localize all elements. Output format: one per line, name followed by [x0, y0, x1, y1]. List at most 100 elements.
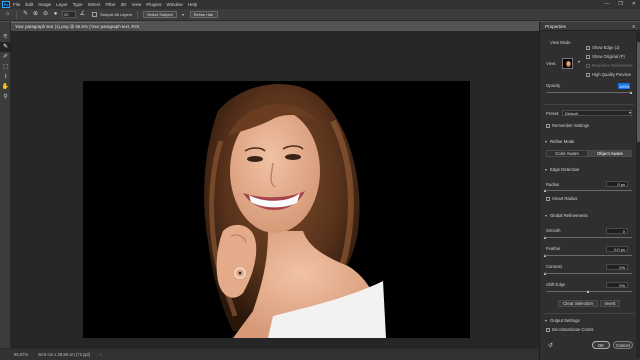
select-subject-button[interactable]: Select Subject: [143, 11, 177, 18]
ok-button[interactable]: OK: [592, 341, 610, 349]
menu-3d[interactable]: 3D: [121, 2, 127, 7]
radius-slider-knob[interactable]: [544, 189, 547, 192]
menu-plugins[interactable]: Plugins: [146, 2, 161, 7]
feather-value[interactable]: 0.0 px: [606, 246, 628, 252]
object-aware-button[interactable]: Object Aware: [588, 150, 632, 157]
smooth-value[interactable]: 0: [606, 228, 628, 234]
show-original-option[interactable]: Show Original (P): [586, 54, 625, 59]
close-icon[interactable]: ✕: [632, 1, 636, 7]
feather-slider-knob[interactable]: [544, 254, 547, 257]
refine-edge-brush-icon[interactable]: ✎: [0, 42, 11, 52]
show-original-checkbox[interactable]: [586, 54, 590, 59]
output-settings-section[interactable]: ▾ Output Settings: [545, 318, 580, 323]
show-edge-option[interactable]: Show Edge (J): [586, 45, 619, 50]
portrait-image: [83, 81, 470, 338]
show-original-label: Show Original (P): [592, 54, 625, 59]
radius-slider[interactable]: [544, 189, 632, 192]
smart-radius-option[interactable]: Smart Radius: [546, 196, 577, 201]
color-aware-button[interactable]: Color Aware: [546, 150, 588, 157]
show-edge-checkbox[interactable]: [586, 45, 590, 50]
smart-radius-label: Smart Radius: [552, 196, 578, 201]
smooth-slider-knob[interactable]: [544, 236, 547, 239]
document-canvas[interactable]: [83, 81, 470, 338]
refine-mode-section[interactable]: ▾ Refine Mode: [545, 139, 574, 144]
view-mode-thumbnail[interactable]: [562, 58, 573, 69]
angle-icon[interactable]: ∠: [79, 11, 86, 18]
refine-hair-button[interactable]: Refine Hair: [189, 11, 218, 18]
minimize-icon[interactable]: —: [604, 1, 609, 7]
contrast-slider[interactable]: [544, 272, 632, 275]
properties-tab-label: Properties: [545, 24, 566, 29]
invert-button[interactable]: Invert: [600, 300, 620, 307]
opacity-slider[interactable]: [546, 91, 633, 94]
quick-selection-tool-icon[interactable]: ⚟: [0, 32, 11, 42]
contrast-value[interactable]: 0%: [606, 264, 628, 270]
high-quality-preview-checkbox[interactable]: [586, 72, 590, 77]
edge-detection-section[interactable]: ▾ Edge Detection: [545, 167, 579, 172]
global-refinements-section[interactable]: ▾ Global Refinements: [545, 213, 588, 218]
panel-menu-icon[interactable]: ≡: [632, 22, 635, 30]
menu-type[interactable]: Type: [73, 2, 83, 7]
add-to-selection-icon[interactable]: ⊕: [32, 11, 39, 18]
decontaminate-colors-checkbox[interactable]: [546, 327, 550, 332]
brush-tool-icon[interactable]: ✐: [0, 52, 11, 62]
smooth-slider[interactable]: [544, 236, 632, 239]
chevron-right-icon[interactable]: ›: [100, 352, 101, 357]
subtract-from-selection-icon[interactable]: ⊖: [42, 11, 49, 18]
shift-edge-value[interactable]: 0%: [606, 282, 628, 288]
remember-settings-checkbox[interactable]: [546, 123, 550, 128]
high-quality-preview-label: High Quality Preview: [592, 72, 631, 77]
reset-icon[interactable]: ↺: [548, 342, 553, 349]
view-label: View:: [546, 61, 557, 66]
view-mode-heading: View Mode: [550, 40, 571, 45]
radius-value[interactable]: 0 px: [606, 181, 628, 187]
menu-select[interactable]: Select: [88, 2, 101, 7]
smart-radius-checkbox[interactable]: [546, 196, 550, 201]
restore-icon[interactable]: ❐: [618, 1, 622, 7]
zoom-tool-icon[interactable]: ⚲: [0, 92, 11, 102]
lasso-tool-icon[interactable]: ℓ: [0, 72, 11, 82]
realtime-refinement-checkbox: [586, 63, 590, 68]
chevron-down-icon: ▾: [545, 139, 548, 144]
brush-tool-icon[interactable]: ✎: [22, 11, 29, 18]
high-quality-preview-option[interactable]: High Quality Preview: [586, 72, 631, 77]
options-bar: ⌂ ✎ ⊕ ⊖ ● 20 ∠ Sample All Layers Select …: [0, 9, 640, 21]
hand-tool-icon[interactable]: ✋: [0, 82, 11, 92]
chevron-down-icon[interactable]: ▾: [180, 11, 187, 18]
sample-all-layers-label: Sample All Layers: [100, 12, 133, 17]
brush-preset-icon[interactable]: ●: [52, 11, 59, 18]
chevron-down-icon[interactable]: ▾: [629, 110, 631, 115]
zoom-level[interactable]: 66.67%: [14, 352, 28, 357]
document-tab[interactable]: Your paragraph text (1).png @ 66.6% (You…: [11, 22, 139, 31]
menu-filter[interactable]: Filter: [105, 2, 115, 7]
chevron-down-icon: ▾: [545, 318, 548, 323]
view-mode-dropdown-icon[interactable]: ▾: [578, 59, 580, 64]
menu-view[interactable]: View: [131, 2, 141, 7]
feather-slider[interactable]: [544, 254, 632, 257]
remember-settings-option[interactable]: Remember Settings: [546, 123, 589, 128]
menu-image[interactable]: Image: [38, 2, 51, 7]
menu-window[interactable]: Window: [166, 2, 182, 7]
home-icon[interactable]: ⌂: [4, 11, 11, 18]
decontaminate-colors-option[interactable]: Decontaminate Colors: [546, 327, 593, 332]
menu-edit[interactable]: Edit: [25, 2, 33, 7]
contrast-slider-knob[interactable]: [544, 272, 547, 275]
panel-scrollbar[interactable]: [636, 32, 640, 358]
object-selection-tool-icon[interactable]: ⬚: [0, 62, 11, 72]
brush-size-field[interactable]: 20: [62, 11, 76, 18]
menu-help[interactable]: Help: [188, 2, 197, 7]
sample-all-layers-checkbox[interactable]: [92, 12, 97, 17]
preset-dropdown[interactable]: Default: [562, 110, 632, 116]
menu-layer[interactable]: Layer: [56, 2, 68, 7]
properties-tab[interactable]: Properties ≡: [540, 22, 640, 31]
clear-selection-button[interactable]: Clear Selection: [558, 300, 598, 307]
opacity-slider-knob[interactable]: [630, 91, 633, 94]
shift-edge-slider-knob[interactable]: [587, 290, 590, 293]
shift-edge-slider[interactable]: [546, 290, 632, 293]
scrollbar-thumb[interactable]: [636, 42, 640, 142]
contrast-label: Contrast: [546, 264, 562, 269]
menu-file[interactable]: File: [13, 2, 20, 7]
opacity-value[interactable]: 100%: [618, 83, 630, 89]
cancel-button[interactable]: Cancel: [613, 341, 633, 349]
shift-edge-label: Shift Edge: [546, 282, 566, 287]
